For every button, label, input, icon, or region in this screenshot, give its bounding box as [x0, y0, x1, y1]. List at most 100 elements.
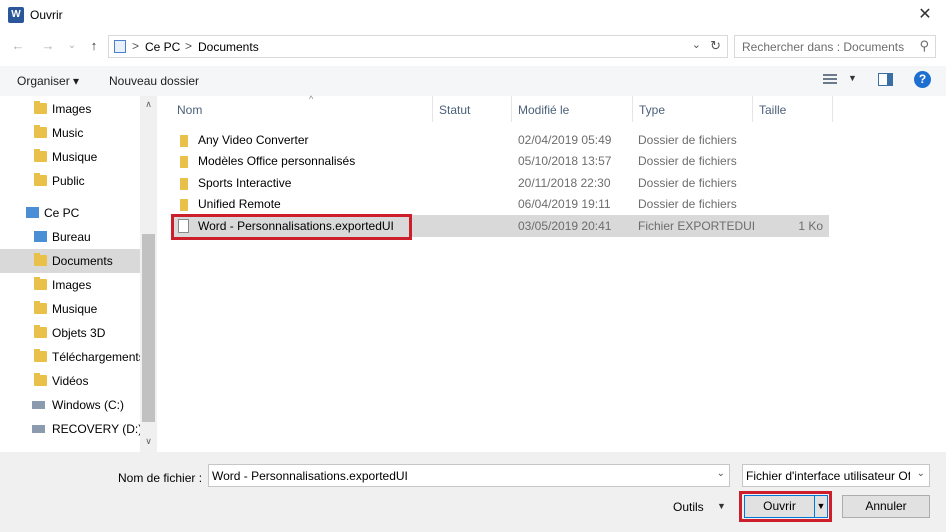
sidebar-item-bureau[interactable]: Bureau — [0, 225, 140, 249]
scroll-up-icon[interactable]: ∧ — [143, 99, 154, 110]
pictures-folder-icon — [34, 277, 47, 290]
help-icon[interactable]: ? — [914, 71, 931, 88]
command-toolbar: Organiser ▾ Nouveau dossier ▼ ? — [0, 66, 946, 96]
sidebar-item-music[interactable]: Music — [0, 121, 140, 145]
sidebar-item-telechargements[interactable]: Téléchargements — [0, 345, 145, 369]
filename-value: Word - Personnalisations.exportedUI — [212, 469, 408, 483]
recent-locations-icon[interactable]: ⌄ — [64, 38, 80, 54]
sidebar-item-label: Objets 3D — [52, 326, 106, 340]
breadcrumb-documents[interactable]: Documents — [198, 40, 259, 54]
sidebar-item-label: Vidéos — [52, 374, 89, 388]
file-list: Nom ^ Statut Modifié le Type Taille Any … — [157, 94, 946, 452]
column-header-type[interactable]: Type — [633, 96, 753, 122]
folder-icon — [180, 199, 188, 211]
folder-icon — [34, 101, 47, 114]
file-name: Modèles Office personnalisés — [198, 154, 356, 168]
search-input[interactable]: Rechercher dans : Documents ⚲ — [734, 35, 936, 58]
chevron-down-icon[interactable]: ▼ — [848, 73, 857, 83]
tools-button[interactable]: Outils — [673, 500, 704, 514]
table-row[interactable]: Any Video Converter 02/04/2019 05:49 Dos… — [171, 129, 829, 151]
window-title: Ouvrir — [30, 8, 63, 22]
scroll-down-icon[interactable]: ∨ — [143, 436, 154, 447]
folder-icon — [34, 173, 47, 186]
scrollbar-thumb[interactable] — [142, 234, 155, 422]
up-arrow-icon[interactable]: ↑ — [86, 38, 102, 54]
file-size: 1 Ko — [798, 219, 823, 233]
file-date: 05/10/2018 13:57 — [518, 154, 612, 168]
documents-folder-icon — [34, 253, 47, 266]
desktop-folder-icon — [34, 231, 47, 242]
file-type: Dossier de fichiers — [638, 197, 737, 211]
table-row[interactable]: Modèles Office personnalisés 05/10/2018 … — [171, 150, 829, 172]
view-options-icon[interactable] — [823, 74, 837, 86]
preview-pane-icon[interactable] — [878, 73, 893, 86]
filetype-value: Fichier d'interface utilisateur Of — [746, 469, 910, 483]
drive-icon — [32, 425, 45, 433]
sidebar-item-documents[interactable]: Documents — [0, 249, 140, 273]
file-date: 20/11/2018 22:30 — [518, 176, 611, 190]
column-header-name[interactable]: Nom ^ — [171, 94, 433, 122]
sidebar-item-label: Documents — [52, 254, 113, 268]
sidebar-item-musique-pc[interactable]: Musique — [0, 297, 140, 321]
column-label: Nom — [177, 103, 203, 117]
folder-icon — [34, 149, 47, 162]
column-header-size[interactable]: Taille — [753, 96, 833, 122]
refresh-icon[interactable]: ↻ — [710, 38, 721, 54]
sidebar-scrollbar[interactable]: ∧ ∨ — [140, 96, 157, 452]
filetype-select[interactable]: Fichier d'interface utilisateur Of ⌄ — [742, 464, 930, 487]
videos-folder-icon — [34, 373, 47, 386]
navigation-pane: Images Music Musique Public Ce PC Bureau… — [0, 96, 157, 452]
table-row[interactable]: Unified Remote 06/04/2019 19:11 Dossier … — [171, 193, 829, 215]
drive-icon — [32, 401, 45, 409]
annotation-highlight-box — [739, 491, 832, 522]
word-app-icon: W — [8, 7, 24, 23]
search-placeholder: Rechercher dans : Documents — [742, 40, 905, 54]
back-arrow-icon[interactable]: ← — [10, 38, 26, 54]
column-header-modified[interactable]: Modifié le — [512, 96, 633, 122]
cancel-button[interactable]: Annuler — [842, 495, 930, 518]
organize-button[interactable]: Organiser ▾ — [17, 74, 79, 88]
search-icon[interactable]: ⚲ — [919, 38, 929, 54]
sidebar-item-recovery-d[interactable]: RECOVERY (D:) — [0, 417, 143, 441]
sidebar-item-label: RECOVERY (D:) — [52, 422, 143, 436]
sidebar-item-images-pc[interactable]: Images — [0, 273, 140, 297]
close-icon[interactable]: ✕ — [914, 4, 936, 26]
column-label: Type — [639, 103, 666, 117]
sidebar-item-public[interactable]: Public — [0, 169, 140, 193]
annotation-highlight-box — [171, 214, 412, 240]
breadcrumb-separator: > — [132, 39, 140, 53]
breadcrumb-ce-pc[interactable]: Ce PC — [145, 40, 180, 54]
sidebar-item-objets-3d[interactable]: Objets 3D — [0, 321, 140, 345]
column-header-status[interactable]: Statut — [433, 96, 512, 122]
forward-arrow-icon[interactable]: → — [40, 38, 56, 54]
sidebar-item-images[interactable]: Images — [0, 97, 140, 121]
sidebar-item-this-pc[interactable]: Ce PC — [0, 201, 140, 225]
chevron-down-icon: ⌄ — [916, 468, 925, 479]
folder-icon — [34, 325, 47, 338]
file-date: 06/04/2019 19:11 — [518, 197, 611, 211]
breadcrumb-separator: > — [185, 39, 193, 53]
table-row[interactable]: Sports Interactive 20/11/2018 22:30 Doss… — [171, 172, 829, 194]
sidebar-item-videos[interactable]: Vidéos — [0, 369, 140, 393]
chevron-down-icon[interactable]: ⌄ — [692, 38, 701, 51]
sidebar-item-label: Musique — [52, 302, 98, 316]
sidebar-item-label: Ce PC — [44, 206, 80, 220]
sidebar-item-musique[interactable]: Musique — [0, 145, 140, 169]
filename-label: Nom de fichier : — [118, 471, 203, 485]
sidebar-item-windows-c[interactable]: Windows (C:) — [0, 393, 140, 417]
file-date: 03/05/2019 20:41 — [518, 219, 612, 233]
computer-icon — [26, 207, 39, 218]
sidebar-item-label: Téléchargements — [52, 350, 145, 364]
documents-folder-icon — [114, 40, 126, 53]
file-type: Dossier de fichiers — [638, 133, 737, 147]
file-type: Dossier de fichiers — [638, 176, 737, 190]
new-folder-button[interactable]: Nouveau dossier — [109, 74, 199, 88]
address-bar[interactable]: > Ce PC > Documents ⌄ ↻ — [108, 35, 728, 58]
column-label: Modifié le — [518, 103, 570, 117]
folder-icon — [180, 135, 188, 147]
file-type: Dossier de fichiers — [638, 154, 737, 168]
filename-input[interactable]: Word - Personnalisations.exportedUI ⌄ — [208, 464, 730, 487]
chevron-down-icon[interactable]: ⌄ — [717, 468, 725, 479]
sidebar-item-label: Music — [52, 126, 84, 140]
chevron-down-icon[interactable]: ▼ — [717, 501, 726, 511]
